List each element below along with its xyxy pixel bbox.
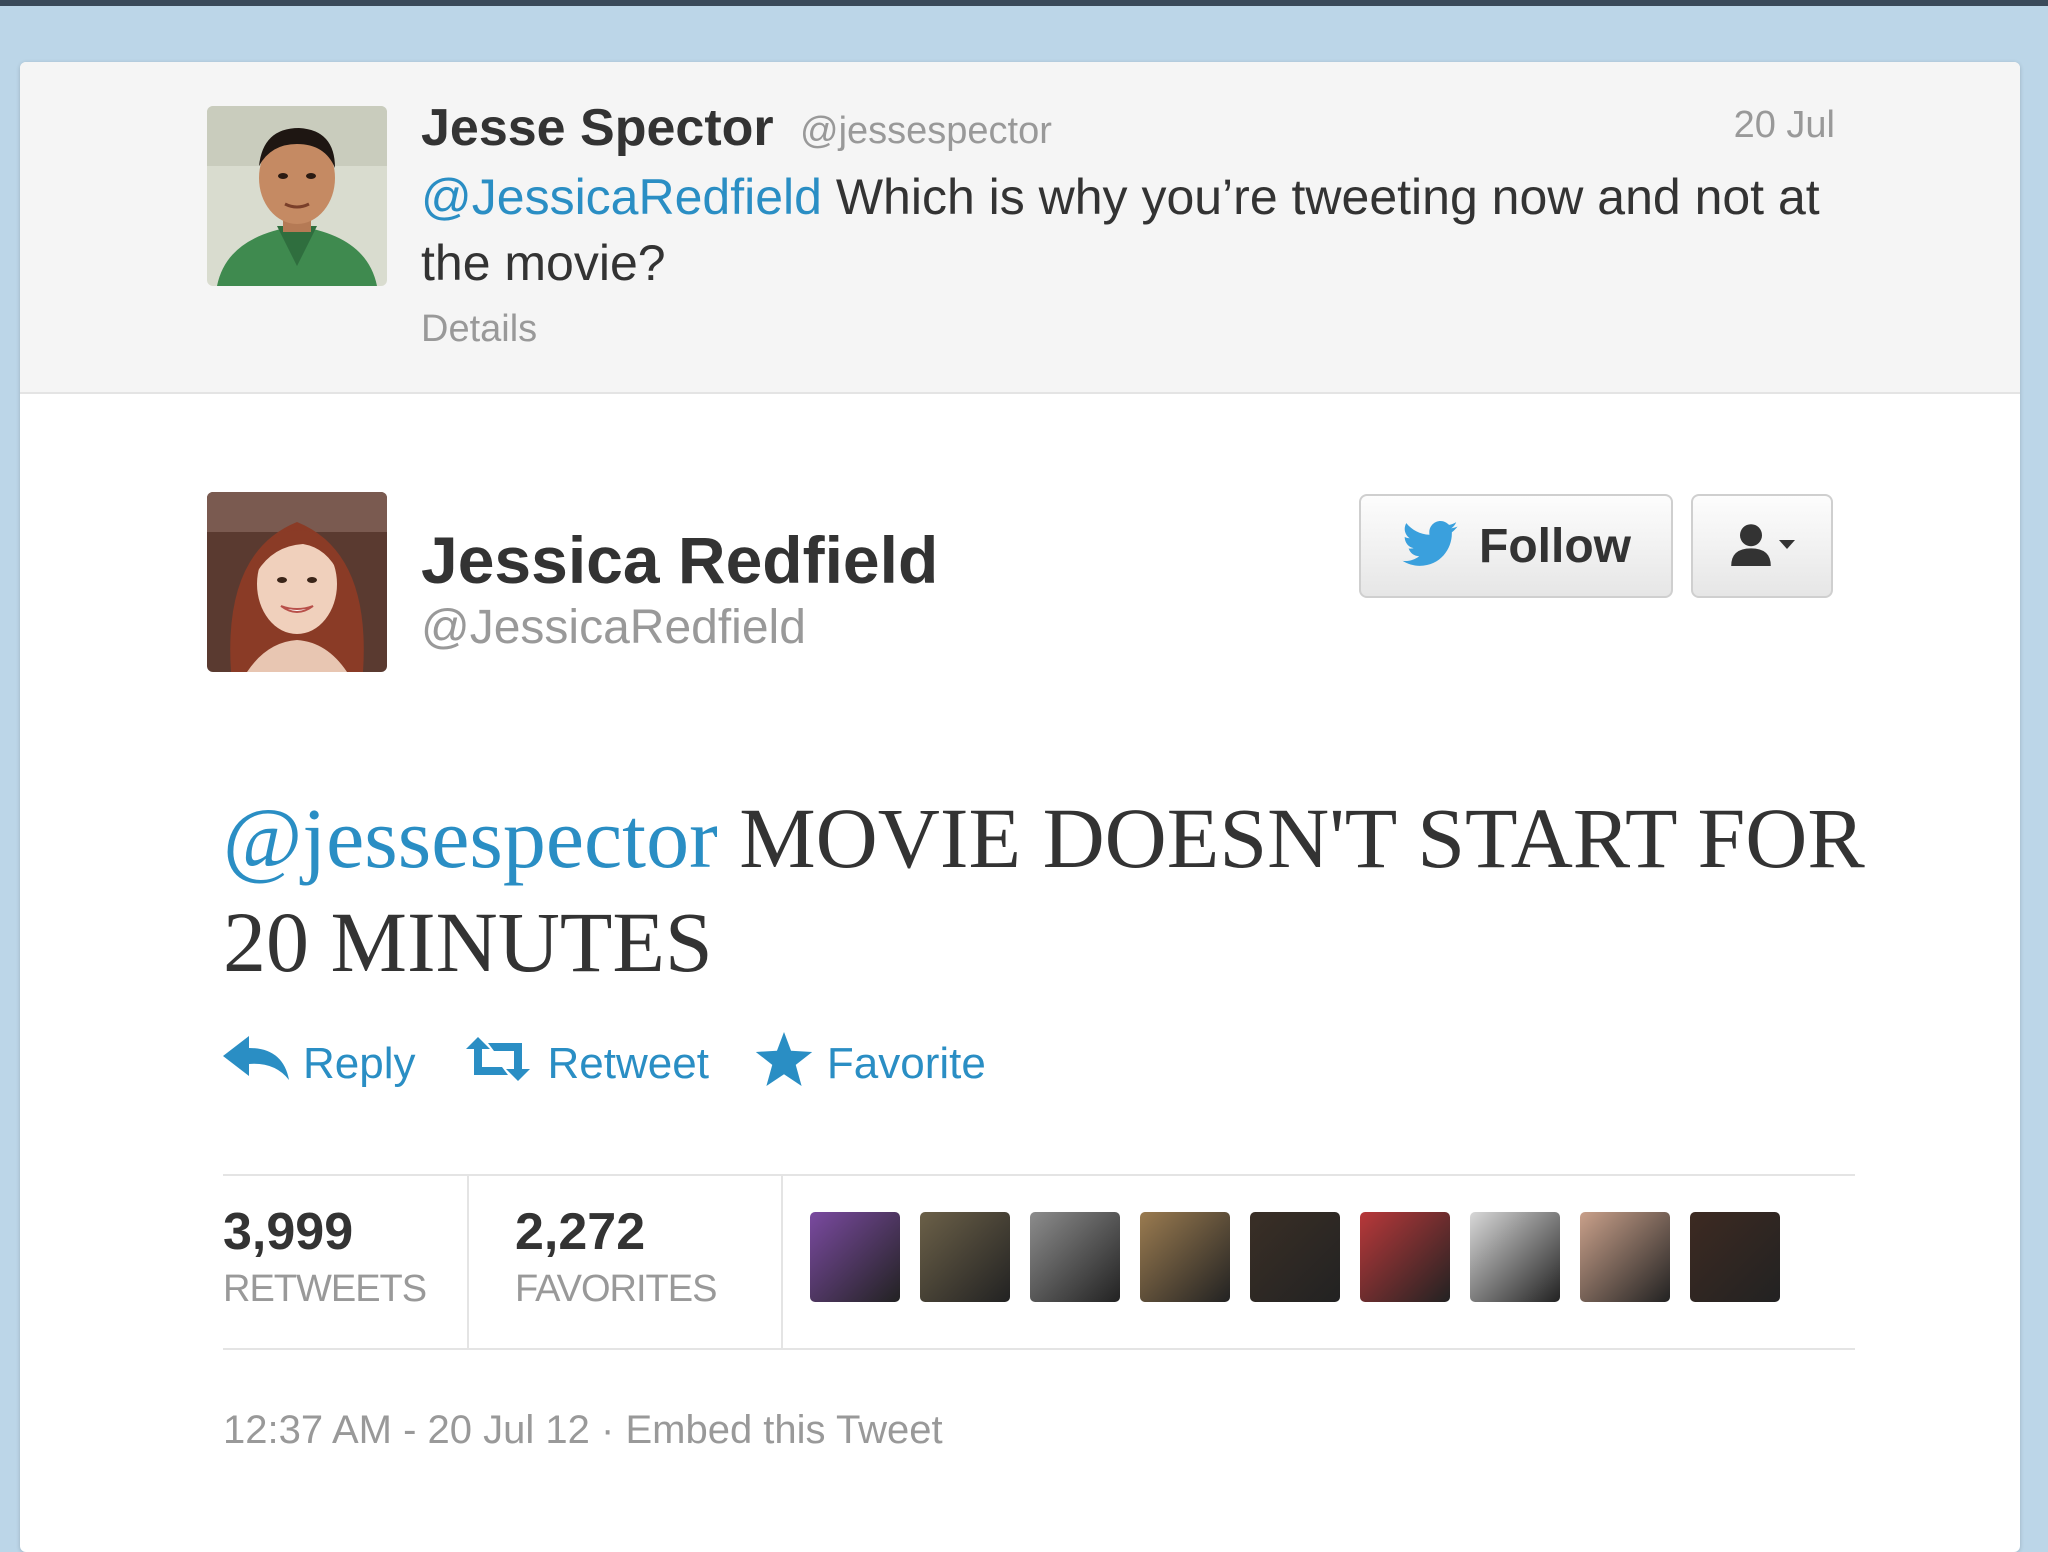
parent-mention-link[interactable]: @JessicaRedfield [421, 169, 822, 225]
parent-author-name[interactable]: Jesse Spector [421, 98, 774, 158]
favoriter-avatar[interactable] [1690, 1212, 1780, 1302]
retweets-count: 3,999 [223, 1203, 354, 1261]
tweet-footer: 12:37 AM - 20 Jul 12 · Embed this Tweet [223, 1408, 943, 1453]
tweet-timestamp[interactable]: 12:37 AM - 20 Jul 12 [223, 1408, 590, 1452]
follow-button[interactable]: Follow [1359, 494, 1673, 598]
main-mention-link[interactable]: @jessespector [223, 790, 718, 886]
embed-tweet-link[interactable]: Embed this Tweet [625, 1408, 942, 1452]
browser-top-strip [0, 0, 2048, 6]
favoriter-avatar[interactable] [1360, 1212, 1450, 1302]
tweet-permalink-card: Jesse Spector @jessespector 20 Jul @Jess… [20, 62, 2020, 1552]
favorite-action[interactable]: Favorite [755, 1031, 986, 1097]
twitter-bird-icon [1401, 520, 1459, 572]
favorite-label: Favorite [826, 1039, 986, 1088]
follow-button-label: Follow [1479, 519, 1631, 573]
main-tweet-text: @jessespector MOVIE DOESN'T START FOR 20… [223, 786, 1873, 994]
user-actions-button[interactable] [1691, 494, 1833, 598]
parent-timestamp[interactable]: 20 Jul [1734, 104, 1835, 147]
favoriter-avatar[interactable] [1250, 1212, 1340, 1302]
jesse-spector-avatar[interactable] [207, 106, 387, 286]
favorites-stat[interactable]: 2,272 FAVORITES [515, 1176, 783, 1348]
parent-author-handle[interactable]: @jessespector [800, 110, 1052, 153]
favoriter-avatar[interactable] [1140, 1212, 1230, 1302]
parent-tweet[interactable]: Jesse Spector @jessespector 20 Jul @Jess… [20, 62, 2020, 394]
user-icon [1729, 522, 1773, 571]
star-icon [755, 1031, 813, 1097]
favoriter-avatar[interactable] [1470, 1212, 1560, 1302]
retweet-action[interactable]: Retweet [462, 1036, 709, 1092]
favoriter-avatar[interactable] [920, 1212, 1010, 1302]
retweet-icon [462, 1036, 534, 1092]
favorites-count: 2,272 [515, 1203, 646, 1261]
main-author-name[interactable]: Jessica Redfield [421, 522, 938, 598]
retweets-label: RETWEETS [223, 1268, 427, 1310]
retweet-label: Retweet [547, 1039, 709, 1088]
details-link[interactable]: Details [421, 308, 537, 351]
favoriter-avatars [810, 1212, 1780, 1302]
tweet-stats: 3,999 RETWEETS 2,272 FAVORITES [223, 1174, 1855, 1350]
favoriter-avatar[interactable] [1030, 1212, 1120, 1302]
favoriter-avatar[interactable] [1580, 1212, 1670, 1302]
tweet-actions: Reply Retweet Favorite [223, 1031, 1032, 1097]
parent-tweet-text: @JessicaRedfield Which is why you’re twe… [421, 164, 1821, 296]
reply-label: Reply [303, 1039, 416, 1088]
retweets-stat[interactable]: 3,999 RETWEETS [223, 1176, 469, 1348]
main-author-handle[interactable]: @JessicaRedfield [421, 600, 806, 655]
jessica-redfield-avatar[interactable] [207, 492, 387, 672]
caret-down-icon [1779, 537, 1795, 555]
reply-arrow-icon [223, 1035, 289, 1093]
footer-separator: · [589, 1408, 626, 1452]
favoriter-avatar[interactable] [810, 1212, 900, 1302]
reply-action[interactable]: Reply [223, 1035, 416, 1093]
favorites-label: FAVORITES [515, 1268, 717, 1310]
